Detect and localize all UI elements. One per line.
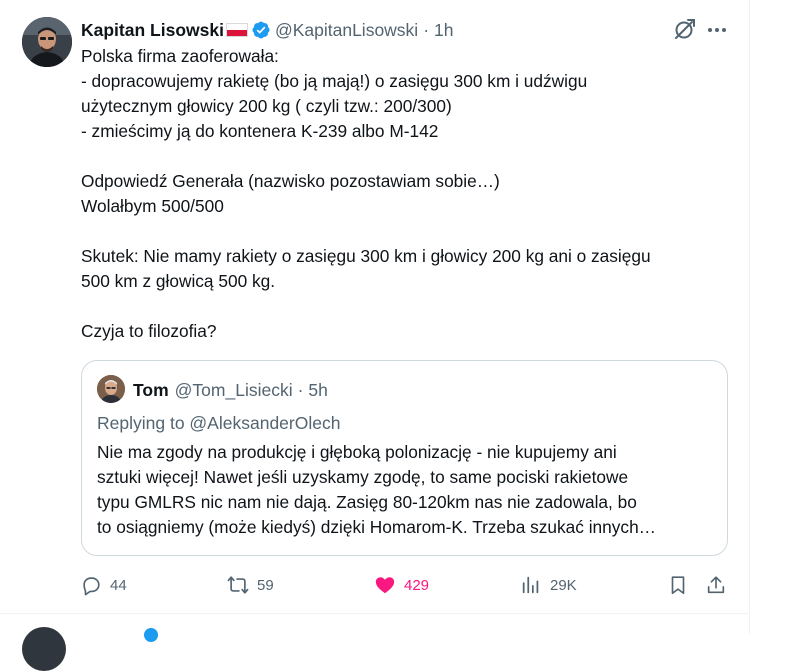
tweet[interactable]: Kapitan Lisowski @KapitanLisowski · 1h P… — [0, 0, 749, 613]
bookmark-button[interactable] — [667, 572, 689, 598]
author-avatar[interactable] — [22, 17, 72, 67]
replying-to: Replying to @AleksanderOlech — [97, 413, 340, 434]
author-name[interactable]: Kapitan Lisowski — [81, 20, 224, 41]
heart-filled-icon — [375, 577, 395, 594]
repost-button[interactable]: 59 — [227, 572, 274, 598]
tweet-text-line: użytecznym głowicy 200 kg ( czyli tzw.: … — [81, 96, 452, 116]
views-button[interactable]: 29K — [520, 572, 577, 598]
quoted-text-line: Nie ma zgody na produkcję i głęboką polo… — [97, 442, 617, 462]
views-icon — [522, 576, 539, 594]
quoted-tweet[interactable]: Tom @Tom_Lisiecki · 5h Replying to @Alek… — [81, 360, 728, 556]
more-icon[interactable] — [704, 17, 730, 43]
timeline-column: Kapitan Lisowski @KapitanLisowski · 1h P… — [0, 0, 750, 671]
tweet-text-line: Czyja to filozofia? — [81, 321, 217, 341]
tweet-divider — [0, 613, 749, 614]
tweet-text-line: 500 km z głowicą 500 kg. — [81, 271, 276, 291]
reply-count: 44 — [110, 576, 127, 594]
verified-badge-icon — [252, 21, 270, 39]
replying-to-handle[interactable]: @AleksanderOlech — [189, 413, 340, 433]
quoted-author-handle[interactable]: @Tom_Lisiecki — [175, 380, 293, 401]
tweet-text-line: Polska firma zaoferowała: — [81, 46, 279, 66]
separator-dot: · — [297, 380, 304, 400]
tweet-text-line — [81, 294, 741, 319]
share-icon — [707, 576, 725, 594]
tweet-text-line: Skutek: Nie mamy rakiety o zasięgu 300 k… — [81, 246, 651, 266]
repost-count: 59 — [257, 576, 274, 594]
next-tweet-verified-icon — [144, 628, 158, 642]
tweet-text-line: - zmieścimy ją do kontenera K-239 albo M… — [81, 121, 439, 141]
poland-flag-icon — [225, 23, 248, 37]
quoted-tweet-timestamp[interactable]: 5h — [308, 380, 327, 401]
tweet-text-line: - dopracowujemy rakietę (bo ją mają!) o … — [81, 71, 588, 91]
tweet-text: Polska firma zaoferowała: - dopracowujem… — [81, 44, 741, 344]
tweet-text-line — [81, 144, 741, 169]
tweet-text-line: Wolałbym 500/500 — [81, 196, 224, 216]
separator-dot: · — [423, 19, 430, 40]
quoted-text-line: to osiągniemy (może kiedyś) dzięki Homar… — [97, 517, 656, 537]
like-count: 429 — [404, 576, 430, 594]
tweet-text-line — [81, 219, 741, 244]
author-handle[interactable]: @KapitanLisowski — [275, 20, 418, 41]
bookmark-icon — [671, 576, 685, 595]
like-button[interactable]: 429 — [374, 572, 429, 598]
grok-icon[interactable] — [671, 17, 697, 43]
quoted-author-name[interactable]: Tom — [133, 380, 169, 401]
quoted-tweet-header: Tom @Tom_Lisiecki · 5h — [133, 380, 328, 401]
tweet-timestamp[interactable]: 1h — [434, 20, 453, 41]
share-button[interactable] — [705, 572, 727, 598]
replying-to-label: Replying to — [97, 413, 190, 433]
reply-button[interactable]: 44 — [80, 572, 127, 598]
tweet-text-line: Odpowiedź Generała (nazwisko pozostawiam… — [81, 171, 500, 191]
quoted-tweet-text: Nie ma zgody na produkcję i głęboką polo… — [97, 440, 717, 540]
reply-icon — [83, 577, 100, 596]
quoted-author-avatar[interactable] — [97, 375, 125, 403]
views-count: 29K — [550, 576, 577, 594]
repost-icon — [227, 576, 249, 594]
quoted-text-line: typu GMLRS nic nam nie dają. Zasięg 80-1… — [97, 492, 637, 512]
quoted-text-line: sztuki więcej! Nawet jeśli uzyskamy zgod… — [97, 467, 629, 487]
tweet-header: Kapitan Lisowski @KapitanLisowski · 1h — [81, 18, 454, 42]
